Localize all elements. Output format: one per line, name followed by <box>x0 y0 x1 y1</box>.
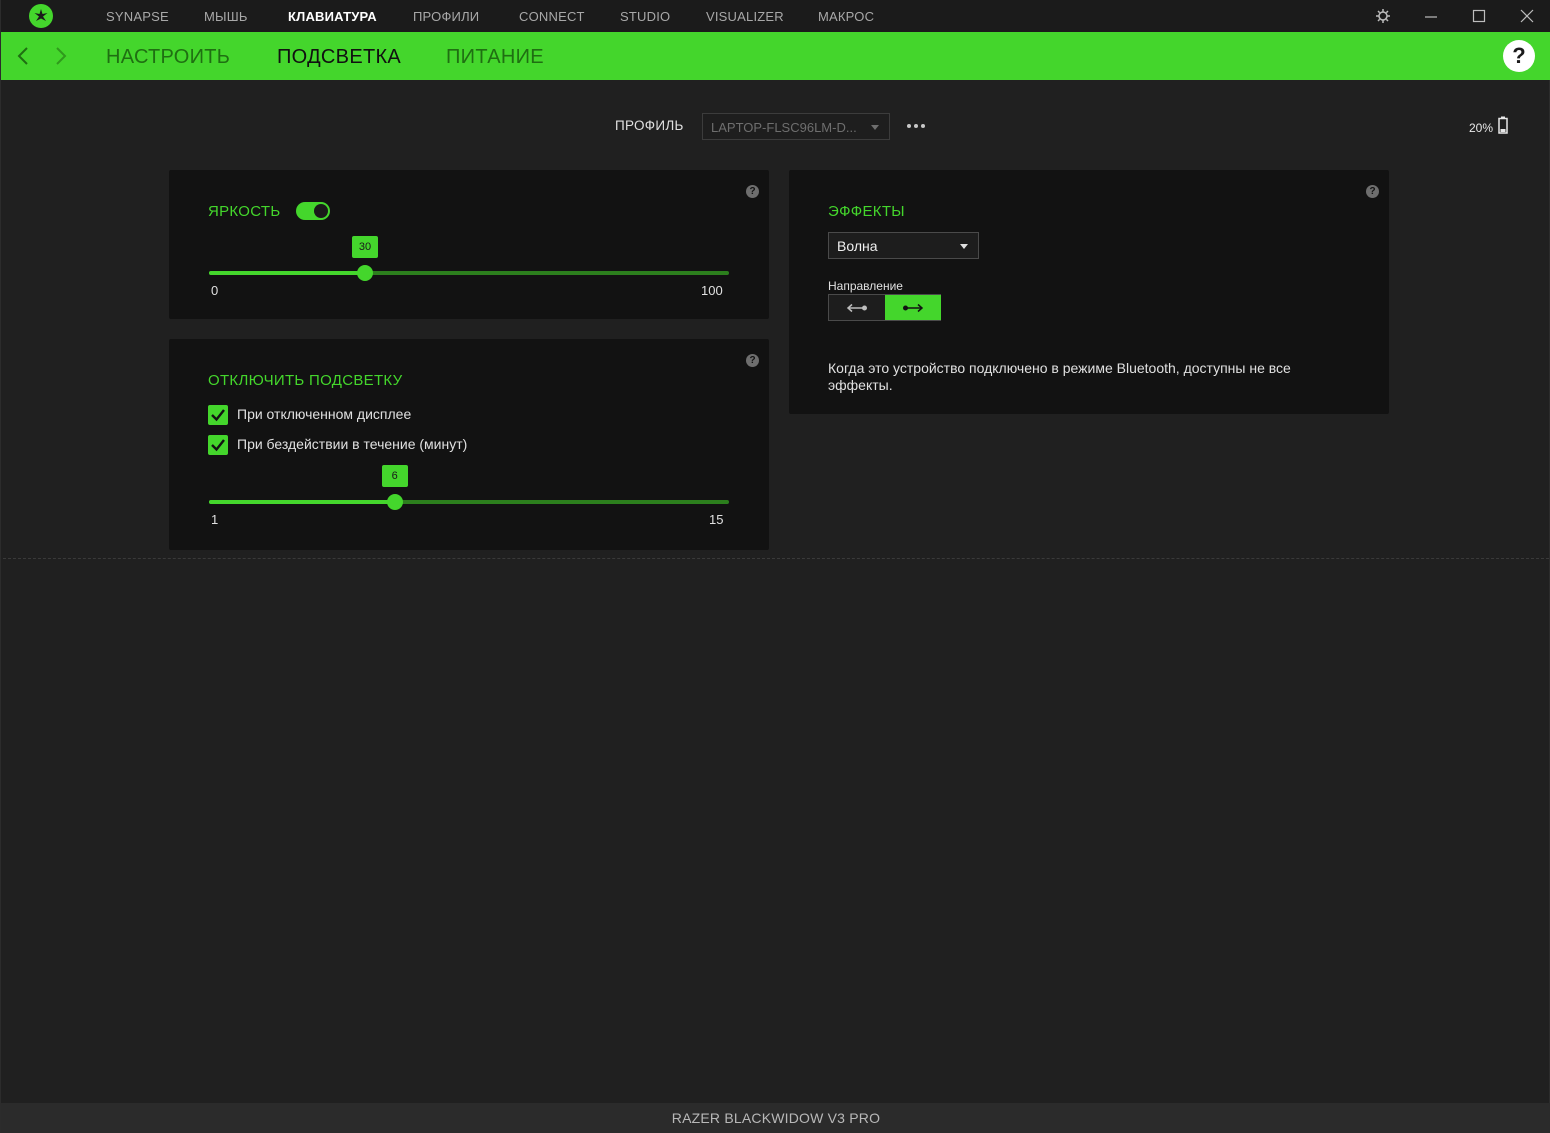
arrow-left-icon <box>846 303 867 312</box>
minimize-button[interactable] <box>1411 0 1451 32</box>
close-icon <box>1520 9 1534 23</box>
razer-logo-icon[interactable] <box>29 4 53 28</box>
arrow-right-icon <box>903 303 924 312</box>
effects-help-icon[interactable]: ? <box>1366 185 1379 198</box>
chevron-down-icon <box>871 125 879 130</box>
nav-synapse[interactable]: SYNAPSE <box>106 0 169 32</box>
tab-customize[interactable]: НАСТРОИТЬ <box>106 32 230 80</box>
lights-off-help-icon[interactable]: ? <box>746 354 759 367</box>
tab-power[interactable]: ПИТАНИЕ <box>446 32 544 80</box>
idle-checkbox[interactable] <box>208 435 228 455</box>
direction-left-button[interactable] <box>829 295 885 320</box>
effect-value: Волна <box>837 238 878 254</box>
nav-connect[interactable]: CONNECT <box>519 0 585 32</box>
checkmark-icon <box>211 409 225 422</box>
profile-dropdown[interactable]: LAPTOP-FLSC96LM-D... <box>702 113 890 140</box>
brightness-panel <box>169 170 769 319</box>
nav-macro[interactable]: МАКРОС <box>818 0 874 32</box>
idle-max: 15 <box>709 512 724 527</box>
display-off-checkbox[interactable] <box>208 405 228 425</box>
lights-off-title: ОТКЛЮЧИТЬ ПОДСВЕТКУ <box>208 372 403 389</box>
idle-slider-fill <box>209 500 395 504</box>
chevron-right-icon <box>56 47 67 65</box>
brightness-slider-thumb[interactable] <box>357 265 373 281</box>
dot-icon <box>907 124 911 128</box>
profile-value: LAPTOP-FLSC96LM-D... <box>711 120 857 135</box>
forward-button[interactable] <box>49 44 71 68</box>
brightness-title: ЯРКОСТЬ <box>208 203 281 220</box>
help-button[interactable]: ? <box>1503 40 1535 72</box>
battery-icon <box>1498 116 1508 139</box>
bluetooth-note: Когда это устройство подключено в режиме… <box>828 360 1291 393</box>
idle-min: 1 <box>211 512 219 527</box>
tab-lighting[interactable]: ПОДСВЕТКА <box>277 32 401 80</box>
brightness-slider[interactable] <box>209 271 729 275</box>
nav-studio[interactable]: STUDIO <box>620 0 670 32</box>
idle-value-bubble: 6 <box>381 465 408 487</box>
battery-percentage: 20% <box>1469 121 1494 135</box>
device-name-bar: RAZER BLACKWIDOW V3 PRO <box>1 1103 1550 1133</box>
direction-right-button[interactable] <box>885 295 941 320</box>
settings-button[interactable] <box>1363 0 1403 32</box>
toggle-knob <box>314 204 328 218</box>
minimize-icon <box>1425 16 1437 18</box>
effects-title: ЭФФЕКТЫ <box>828 203 905 220</box>
app-window: SYNAPSE МЫШЬ КЛАВИАТУРА ПРОФИЛИ CONNECT … <box>0 0 1550 1133</box>
title-bar: SYNAPSE МЫШЬ КЛАВИАТУРА ПРОФИЛИ CONNECT … <box>1 0 1550 32</box>
effect-dropdown[interactable]: Волна <box>828 232 979 259</box>
idle-minutes-slider[interactable] <box>209 500 729 504</box>
display-off-label: При отключенном дисплее <box>237 406 412 422</box>
back-button[interactable] <box>13 44 35 68</box>
nav-keyboard[interactable]: КЛАВИАТУРА <box>288 0 377 32</box>
sub-navigation-bar: НАСТРОИТЬ ПОДСВЕТКА ПИТАНИЕ <box>1 32 1550 80</box>
nav-mouse[interactable]: МЫШЬ <box>204 0 248 32</box>
dot-icon <box>921 124 925 128</box>
direction-label: Направление <box>828 279 903 293</box>
more-options-button[interactable] <box>905 118 927 134</box>
close-button[interactable] <box>1507 0 1547 32</box>
nav-profiles[interactable]: ПРОФИЛИ <box>413 0 479 32</box>
chevron-left-icon <box>17 47 28 65</box>
maximize-button[interactable] <box>1459 0 1499 32</box>
idle-slider-thumb[interactable] <box>386 494 403 510</box>
idle-label: При бездействии в течение (минут) <box>237 436 468 452</box>
dot-icon <box>914 124 918 128</box>
settings-icon <box>1376 9 1390 23</box>
brightness-value-bubble: 30 <box>352 236 378 258</box>
brightness-toggle[interactable] <box>296 202 330 220</box>
direction-toggle-group <box>828 294 941 321</box>
profile-label: ПРОФИЛЬ <box>615 118 684 133</box>
brightness-slider-fill <box>209 271 365 275</box>
maximize-icon <box>1472 9 1486 23</box>
brightness-help-icon[interactable]: ? <box>746 185 759 198</box>
checkmark-icon <box>211 439 225 452</box>
brightness-max: 100 <box>701 283 723 298</box>
nav-visualizer[interactable]: VISUALIZER <box>706 0 784 32</box>
brightness-min: 0 <box>211 283 219 298</box>
chevron-down-icon <box>960 244 968 249</box>
